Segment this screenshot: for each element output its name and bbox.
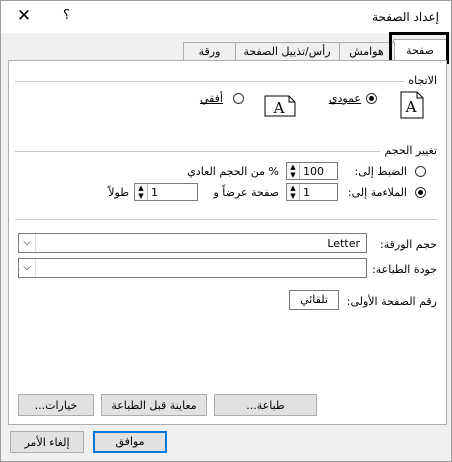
adjust-to-radio[interactable] [415, 166, 426, 177]
title-bar: إعداد الصفحة ؟ ✕ [1, 1, 451, 33]
landscape-letter: A [273, 99, 285, 117]
portrait-label: عمودي [328, 92, 361, 105]
landscape-page-icon: A [264, 95, 296, 117]
print-quality-label: جودة الطباعة: [372, 263, 437, 276]
fit-tall-spinner[interactable]: ▲ ▼ 1 [134, 183, 198, 201]
paper-size-value: Letter [327, 237, 360, 250]
first-page-number-label: رقم الصفحة الأولى: [346, 295, 437, 308]
page-setup-dialog: إعداد الصفحة ؟ ✕ صفحة هوامش رأس/تذييل ال… [0, 0, 452, 462]
chevron-down-icon[interactable]: ⌵ [19, 234, 36, 252]
cancel-button[interactable]: إلغاء الأمر [10, 431, 84, 453]
print-quality-select[interactable]: ⌵ [18, 258, 367, 278]
dialog-title: إعداد الصفحة [372, 10, 439, 24]
adjust-to-spinner[interactable]: ▲ ▼ 100 [286, 162, 338, 180]
orientation-group-label: الاتجاه [404, 74, 437, 87]
first-page-number-input[interactable]: تلقائي [289, 290, 339, 310]
scaling-group-label: تغيير الحجم [380, 144, 437, 157]
portrait-radio[interactable] [366, 93, 377, 104]
scaling-separator [15, 151, 437, 152]
spin-arrows-icon[interactable]: ▲ ▼ [135, 184, 148, 200]
close-icon[interactable]: ✕ [15, 5, 33, 27]
print-button[interactable]: طباعة... [214, 394, 317, 416]
spin-arrows-icon[interactable]: ▲ ▼ [287, 184, 300, 200]
landscape-label: أفقي [199, 92, 223, 105]
fit-to-label: الملاءمة إلى: [347, 186, 407, 199]
portrait-page-icon: A [400, 91, 424, 119]
print-preview-button[interactable]: معاينة قبل الطباعة [101, 394, 207, 416]
portrait-letter: A [405, 98, 417, 116]
chevron-down-icon[interactable]: ⌵ [19, 259, 36, 277]
spin-arrows-icon[interactable]: ▲ ▼ [287, 163, 300, 179]
paper-size-select[interactable]: ⌵ Letter [18, 233, 367, 253]
tab-margins[interactable]: هوامش [338, 42, 395, 61]
fit-wide-suffix: صفحة عرضاً و [213, 186, 279, 199]
help-button[interactable]: ؟ [63, 8, 70, 23]
fit-to-radio[interactable] [415, 187, 426, 198]
tab-header-footer[interactable]: رأس/تذييل الصفحة [234, 42, 340, 61]
options-button[interactable]: خيارات... [18, 394, 94, 416]
ok-button[interactable]: موافق [93, 431, 167, 453]
fit-tall-suffix: طولاً [108, 186, 129, 199]
adjust-to-label: الضبط إلى: [354, 165, 408, 178]
paper-size-label: حجم الورقة: [380, 238, 437, 251]
fit-wide-value: 1 [303, 186, 310, 199]
fit-tall-value: 1 [151, 186, 158, 199]
adjust-to-value: 100 [303, 165, 324, 178]
adjust-to-suffix: % من الحجم العادي [187, 165, 279, 178]
scaling-bottom-separator [15, 219, 437, 220]
landscape-radio[interactable] [233, 93, 244, 104]
orientation-separator [15, 81, 437, 82]
fit-wide-spinner[interactable]: ▲ ▼ 1 [286, 183, 338, 201]
tab-sheet[interactable]: ورقة [183, 42, 236, 61]
